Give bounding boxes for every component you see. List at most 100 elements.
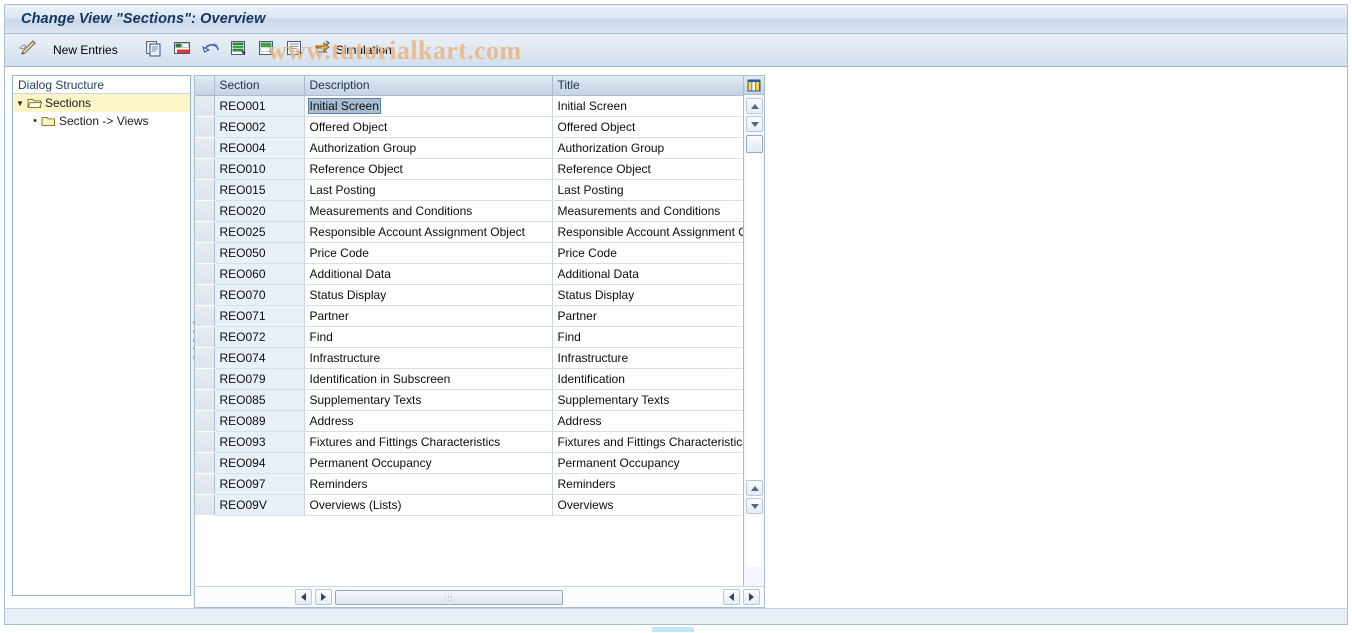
row-selector-button[interactable] xyxy=(195,158,215,180)
hscroll-left-button[interactable] xyxy=(295,589,312,605)
row-selector-button[interactable] xyxy=(195,452,215,474)
cell-section[interactable]: REO001 xyxy=(214,95,305,117)
table-row[interactable]: REO004 Authorization Group Authorization G… xyxy=(195,137,744,159)
cell-description[interactable]: Fixtures and Fittings Characteristics xyxy=(304,431,553,453)
column-header-title[interactable]: Title xyxy=(552,76,744,96)
cell-section[interactable]: REO094 xyxy=(214,452,305,474)
scroll-up-button[interactable] xyxy=(746,98,763,114)
cell-title[interactable]: Find xyxy=(552,326,744,348)
row-selector-button[interactable] xyxy=(195,368,215,390)
cell-section[interactable]: REO010 xyxy=(214,158,305,180)
cell-description[interactable]: Identification in Subscreen xyxy=(304,368,553,390)
chevron-down-icon[interactable]: ▼ xyxy=(13,99,27,108)
cell-description[interactable]: Additional Data xyxy=(304,263,553,285)
row-selector-button[interactable] xyxy=(195,95,215,117)
row-select-header[interactable] xyxy=(195,76,215,96)
cell-description[interactable]: Address xyxy=(304,410,553,432)
cell-title[interactable]: Authorization Group xyxy=(552,137,744,159)
table-row[interactable]: REO094 Permanent Occupancy Permanent Occup… xyxy=(195,452,744,474)
table-row[interactable]: REO020 Measurements and Conditions Measure… xyxy=(195,200,744,222)
cell-description[interactable]: Permanent Occupancy xyxy=(304,452,553,474)
select-all-button[interactable] xyxy=(226,37,252,63)
select-block-button[interactable] xyxy=(254,37,280,63)
row-selector-button[interactable] xyxy=(195,221,215,243)
vertical-scroll-thumb[interactable] xyxy=(746,135,763,153)
row-selector-button[interactable] xyxy=(195,137,215,159)
column-header-section[interactable]: Section xyxy=(214,76,305,96)
scroll-page-down-button[interactable] xyxy=(746,498,763,514)
table-row[interactable]: REO079 Identification in Subscreen Identif… xyxy=(195,368,744,390)
row-selector-button[interactable] xyxy=(195,347,215,369)
table-row[interactable]: REO071 Partner Partner xyxy=(195,305,744,327)
cell-section[interactable]: REO060 xyxy=(214,263,305,285)
cell-title[interactable]: Status Display xyxy=(552,284,744,306)
table-row[interactable]: REO025 Responsible Account Assignment Obj… xyxy=(195,221,744,243)
cell-description[interactable]: Authorization Group xyxy=(304,137,553,159)
cell-title[interactable]: Additional Data xyxy=(552,263,744,285)
cell-title[interactable]: Identification xyxy=(552,368,744,390)
cell-title[interactable]: Reminders xyxy=(552,473,744,495)
row-selector-button[interactable] xyxy=(195,179,215,201)
row-selector-button[interactable] xyxy=(195,116,215,138)
cell-section[interactable]: REO072 xyxy=(214,326,305,348)
tree-item-sections[interactable]: ▼ Sections xyxy=(13,94,190,112)
table-row[interactable]: REO050 Price Code Price Code xyxy=(195,242,744,264)
cell-title[interactable]: Initial Screen xyxy=(552,95,744,117)
row-selector-button[interactable] xyxy=(195,473,215,495)
cell-description[interactable]: Status Display xyxy=(304,284,553,306)
table-row[interactable]: REO09V Overviews (Lists) Overviews xyxy=(195,494,744,516)
hscroll-col-left-button[interactable] xyxy=(723,589,740,605)
hscroll-col-right-button[interactable] xyxy=(743,589,760,605)
cell-title[interactable]: Supplementary Texts xyxy=(552,389,744,411)
cell-section[interactable]: REO071 xyxy=(214,305,305,327)
cell-description[interactable]: Overviews (Lists) xyxy=(304,494,553,516)
cell-title[interactable]: Reference Object xyxy=(552,158,744,180)
cell-section[interactable]: REO074 xyxy=(214,347,305,369)
cell-title[interactable]: Overviews xyxy=(552,494,744,516)
row-selector-button[interactable] xyxy=(195,431,215,453)
row-selector-button[interactable] xyxy=(195,200,215,222)
simulation-button[interactable]: Simulation xyxy=(310,37,404,63)
cell-section[interactable]: REO079 xyxy=(214,368,305,390)
delete-row-button[interactable] xyxy=(169,37,195,63)
cell-description[interactable]: Reminders xyxy=(304,473,553,495)
table-row[interactable]: REO015 Last Posting Last Posting xyxy=(195,179,744,201)
row-selector-button[interactable] xyxy=(195,263,215,285)
cell-title[interactable]: Infrastructure xyxy=(552,347,744,369)
cell-title[interactable]: Address xyxy=(552,410,744,432)
cell-description[interactable]: Measurements and Conditions xyxy=(304,200,553,222)
row-selector-button[interactable] xyxy=(195,326,215,348)
cell-section[interactable]: REO093 xyxy=(214,431,305,453)
cell-section[interactable]: REO025 xyxy=(214,221,305,243)
horizontal-scroll-thumb[interactable]: :::::: xyxy=(335,590,563,605)
table-horizontal-scrollbar[interactable]: :::::: xyxy=(195,586,764,607)
cell-description[interactable]: Partner xyxy=(304,305,553,327)
table-row[interactable]: REO093 Fixtures and Fittings Characterist… xyxy=(195,431,744,453)
table-row[interactable]: REO072 Find Find xyxy=(195,326,744,348)
table-row[interactable]: REO010 Reference Object Reference Object xyxy=(195,158,744,180)
table-row[interactable]: REO097 Reminders Reminders xyxy=(195,473,744,495)
cell-section[interactable]: REO050 xyxy=(214,242,305,264)
table-row[interactable]: REO074 Infrastructure Infrastructure xyxy=(195,347,744,369)
scroll-down-button[interactable] xyxy=(746,116,763,132)
row-selector-button[interactable] xyxy=(195,494,215,516)
cell-description[interactable]: Reference Object xyxy=(304,158,553,180)
cell-description[interactable]: Initial Screen xyxy=(304,95,553,117)
cell-description[interactable]: Offered Object xyxy=(304,116,553,138)
table-row[interactable]: REO085 Supplementary Texts Supplementary T… xyxy=(195,389,744,411)
scroll-page-up-button[interactable] xyxy=(746,480,763,496)
row-selector-button[interactable] xyxy=(195,410,215,432)
column-header-description[interactable]: Description xyxy=(304,76,553,96)
cell-title[interactable]: Responsible Account Assignment Obj xyxy=(552,221,744,243)
row-selector-button[interactable] xyxy=(195,389,215,411)
cell-section[interactable]: REO004 xyxy=(214,137,305,159)
table-row[interactable]: REO070 Status Display Status Display xyxy=(195,284,744,306)
cell-title[interactable]: Measurements and Conditions xyxy=(552,200,744,222)
cell-section[interactable]: REO089 xyxy=(214,410,305,432)
table-row[interactable]: REO001 Initial Screen Initial Screen xyxy=(195,95,744,117)
undo-button[interactable] xyxy=(197,37,224,63)
cell-title[interactable]: Offered Object xyxy=(552,116,744,138)
row-selector-button[interactable] xyxy=(195,284,215,306)
hscroll-right-button[interactable] xyxy=(315,589,332,605)
cell-description[interactable]: Last Posting xyxy=(304,179,553,201)
